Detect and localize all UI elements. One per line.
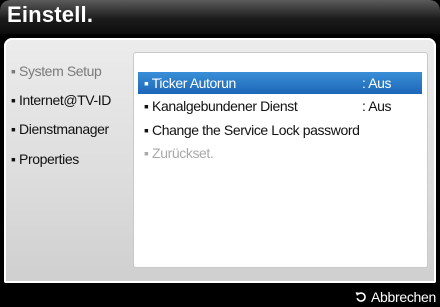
return-arrow-icon [355, 292, 366, 302]
sidebar-item-internet-tv-id[interactable]: ▪ Internet@TV-ID [11, 89, 111, 111]
menu-item-label: ▪ Change the Service Lock password [144, 122, 360, 138]
settings-panel: ▪ System Setup ▪ Internet@TV-ID ▪ Dienst… [4, 38, 436, 283]
title-bar: Einstell. [0, 0, 440, 34]
sidebar-item-system-setup[interactable]: ▪ System Setup [11, 60, 102, 82]
menu-item-label: ▪ Ticker Autorun [144, 75, 236, 91]
sidebar-item-dienstmanager[interactable]: ▪ Dienstmanager [11, 118, 109, 140]
menu-item-label: ▪ Kanalgebundener Dienst [144, 98, 298, 114]
sidebar-item-properties[interactable]: ▪ Properties [11, 148, 79, 170]
settings-window: Einstell. ▪ System Setup ▪ Internet@TV-I… [0, 0, 440, 307]
footer-bar: Abbrechen [0, 287, 440, 307]
menu-item-change-service-lock-password[interactable]: ▪ Change the Service Lock password [138, 119, 422, 141]
cancel-button[interactable]: Abbrechen [355, 287, 436, 307]
menu-item-label: ▪ Zurückset. [144, 145, 214, 161]
system-setup-menu: ▪ Ticker Autorun : Aus ▪ Kanalgebundener… [133, 52, 428, 268]
menu-item-ticker-autorun[interactable]: ▪ Ticker Autorun : Aus [138, 72, 422, 94]
menu-item-value: : Aus [362, 98, 392, 114]
menu-item-value: : Aus [362, 75, 392, 91]
menu-item-zuruecksetzen: ▪ Zurückset. [138, 142, 422, 164]
window-title: Einstell. [7, 2, 94, 27]
menu-item-kanalgebundener-dienst[interactable]: ▪ Kanalgebundener Dienst : Aus [138, 95, 422, 117]
cancel-label: Abbrechen [370, 289, 436, 305]
